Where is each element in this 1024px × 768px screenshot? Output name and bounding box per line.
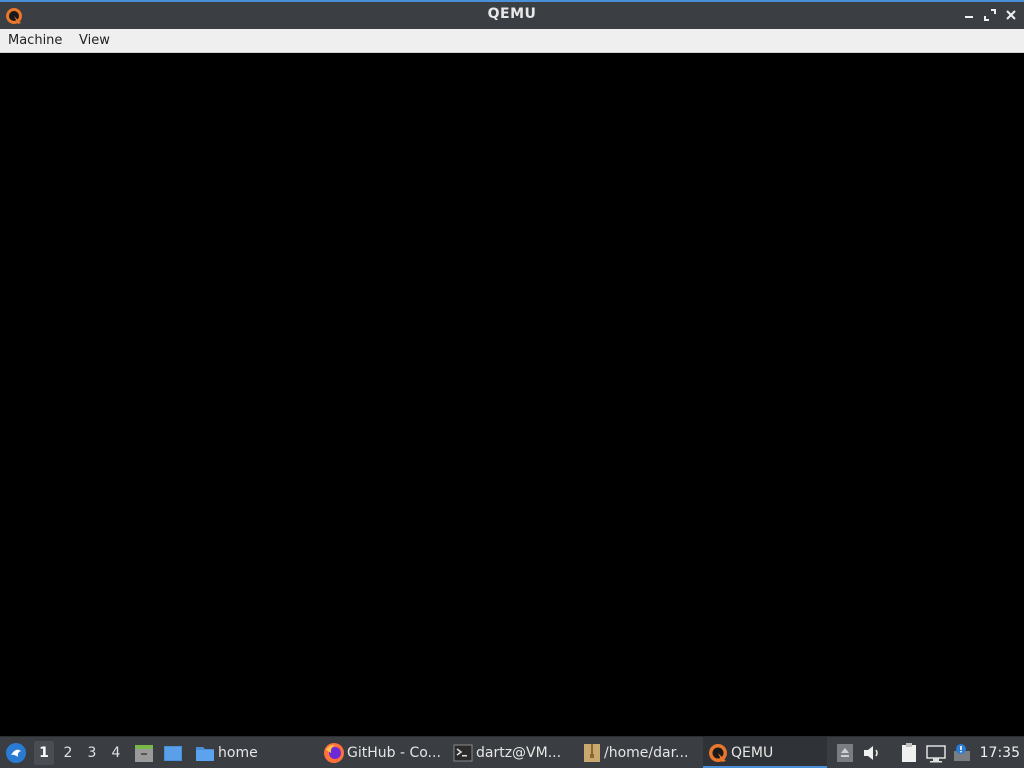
network-icon[interactable] bbox=[925, 742, 947, 764]
clipboard-icon[interactable] bbox=[898, 742, 920, 764]
workspace-4[interactable]: 4 bbox=[106, 741, 126, 765]
file-manager-icon[interactable] bbox=[133, 742, 155, 764]
task-terminal[interactable]: dartz@VM... bbox=[450, 737, 575, 768]
workspace-2[interactable]: 2 bbox=[58, 741, 78, 765]
close-icon[interactable] bbox=[1003, 7, 1019, 23]
start-menu-icon[interactable] bbox=[5, 742, 27, 764]
folder-icon bbox=[194, 742, 216, 764]
menubar: Machine View bbox=[0, 29, 1024, 53]
window-title: QEMU bbox=[487, 6, 537, 22]
vm-display[interactable] bbox=[0, 53, 1024, 736]
terminal-icon bbox=[452, 742, 474, 764]
task-label: dartz@VM... bbox=[476, 745, 562, 761]
menu-view[interactable]: View bbox=[79, 33, 110, 48]
window-titlebar[interactable]: QEMU bbox=[0, 0, 1024, 29]
taskbar: 1 2 3 4 home GitHub - Co... dartz@VM... … bbox=[0, 736, 1024, 768]
task-label: GitHub - Co... bbox=[347, 745, 441, 761]
task-label: /home/dar... bbox=[604, 745, 689, 761]
desktop-icon[interactable] bbox=[162, 742, 184, 764]
clock[interactable]: 17:35 bbox=[980, 745, 1020, 761]
volume-icon[interactable] bbox=[861, 742, 883, 764]
workspace-3[interactable]: 3 bbox=[82, 741, 102, 765]
update-icon[interactable] bbox=[951, 742, 973, 764]
archive-icon bbox=[581, 742, 603, 764]
restore-icon[interactable] bbox=[982, 7, 998, 23]
task-label: home bbox=[218, 745, 258, 761]
firefox-icon bbox=[323, 742, 345, 764]
eject-icon[interactable] bbox=[834, 742, 856, 764]
workspace-1[interactable]: 1 bbox=[34, 741, 54, 765]
menu-machine[interactable]: Machine bbox=[8, 33, 62, 48]
task-home[interactable]: home bbox=[190, 737, 315, 768]
qemu-icon bbox=[707, 742, 729, 764]
task-archive[interactable]: /home/dar... bbox=[579, 737, 699, 768]
minimize-icon[interactable] bbox=[961, 7, 977, 23]
task-firefox[interactable]: GitHub - Co... bbox=[320, 737, 445, 768]
task-label: QEMU bbox=[731, 745, 774, 761]
task-qemu[interactable]: QEMU bbox=[703, 737, 827, 768]
